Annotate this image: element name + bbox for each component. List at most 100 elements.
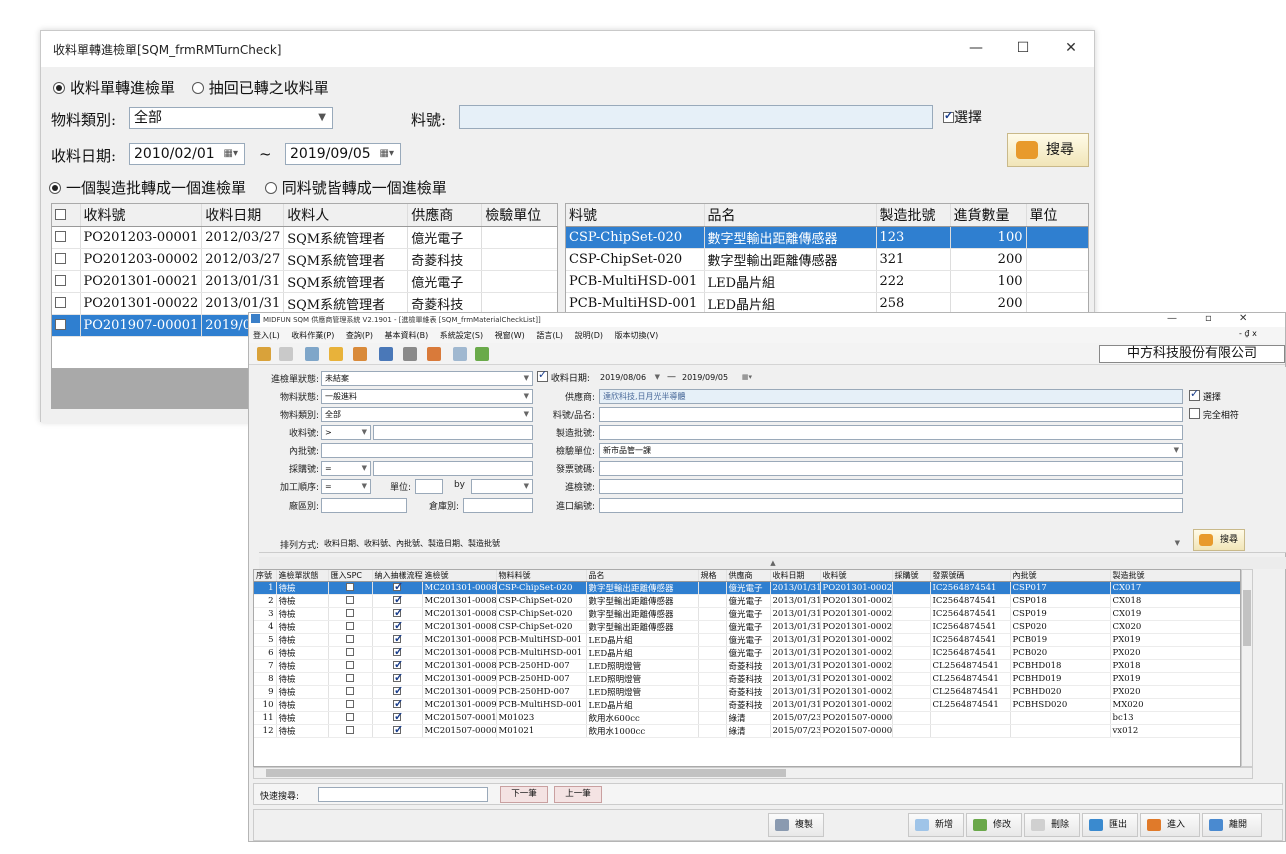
header-part-name[interactable]: 品名 bbox=[586, 570, 699, 582]
table-row[interactable]: 3待檢 MC201301-00083CSP-ChipSet-020數字型輸出距離傳… bbox=[254, 607, 1240, 621]
import-no-input[interactable] bbox=[599, 498, 1183, 513]
header-receive-no[interactable]: 收料號 bbox=[820, 570, 893, 582]
sampling-checkbox[interactable] bbox=[393, 647, 403, 658]
search-button[interactable]: 搜尋 bbox=[1193, 529, 1245, 551]
maximize-button[interactable]: ☐ bbox=[1003, 35, 1043, 61]
restore-button[interactable]: ▫ bbox=[1205, 313, 1212, 324]
spc-checkbox[interactable] bbox=[346, 700, 354, 708]
horizontal-scrollbar[interactable] bbox=[253, 767, 1253, 779]
date-to[interactable]: 2019/09/05 ▦▾ bbox=[679, 371, 755, 386]
header-part-no[interactable]: 料號 bbox=[566, 204, 705, 227]
header-mfg-batch[interactable]: 製造批號 bbox=[1110, 570, 1240, 582]
mdi-controls[interactable]: - ₫ x bbox=[1239, 329, 1257, 338]
document-icon[interactable] bbox=[279, 347, 293, 361]
folder-icon[interactable] bbox=[329, 347, 343, 361]
header-receiver[interactable]: 收料人 bbox=[283, 204, 409, 227]
header-receipt-date[interactable]: 收料日期 bbox=[201, 204, 285, 227]
export-button[interactable]: 匯出 bbox=[1082, 813, 1138, 837]
table-row[interactable]: PO201301-00021 2013/01/31 SQM系統管理者 億光電子 bbox=[52, 270, 557, 293]
spc-checkbox[interactable] bbox=[346, 622, 354, 630]
factory-input[interactable] bbox=[321, 498, 407, 513]
table-row[interactable]: 10待檢 MC201301-00094PCB-MultiHSD-001LED晶片組… bbox=[254, 698, 1240, 712]
header-select[interactable] bbox=[52, 204, 81, 227]
scrollbar-thumb[interactable] bbox=[266, 769, 786, 777]
sampling-checkbox[interactable] bbox=[393, 660, 403, 671]
table-row[interactable]: PCB-MultiHSD-001 LED晶片組 258 200 bbox=[566, 292, 1088, 315]
menu-receive[interactable]: 收料作業(P) bbox=[291, 331, 334, 340]
spc-checkbox[interactable] bbox=[346, 583, 354, 591]
header-purchase-no[interactable]: 採購號 bbox=[892, 570, 931, 582]
receive-no-input[interactable] bbox=[373, 425, 533, 440]
table-row[interactable]: PCB-MultiHSD-001 LED晶片組 222 100 bbox=[566, 270, 1088, 293]
header-seq[interactable]: 序號 bbox=[254, 570, 277, 582]
spc-checkbox[interactable] bbox=[346, 726, 354, 734]
battery-icon[interactable] bbox=[475, 347, 489, 361]
spc-checkbox[interactable] bbox=[346, 674, 354, 682]
add-button[interactable]: 新增 bbox=[908, 813, 964, 837]
search-button[interactable]: 搜尋 bbox=[1007, 133, 1089, 167]
table-row[interactable]: PO201203-00001 2012/03/27 SQM系統管理者 億光電子 bbox=[52, 226, 557, 249]
header-unit[interactable]: 單位 bbox=[1026, 204, 1088, 227]
spc-checkbox[interactable] bbox=[346, 609, 354, 617]
sampling-checkbox[interactable] bbox=[393, 582, 403, 593]
exit-button[interactable]: 離開 bbox=[1202, 813, 1262, 837]
radio-same-part[interactable]: 同料號皆轉成一個進檢單 bbox=[264, 179, 447, 197]
quick-search-input[interactable] bbox=[318, 787, 488, 802]
spc-checkbox[interactable] bbox=[346, 648, 354, 656]
table-row[interactable]: 2待檢 MC201301-00082CSP-ChipSet-020數字型輸出距離傳… bbox=[254, 594, 1240, 608]
table-row[interactable]: CSP-ChipSet-020 數字型輸出距離傳感器 321 200 bbox=[566, 248, 1088, 271]
supplier-input[interactable]: 達欣科技,日月光半導體 bbox=[599, 389, 1183, 404]
table-row[interactable]: 5待檢 MC201301-00087PCB-MultiHSD-001LED晶片組 億… bbox=[254, 633, 1240, 647]
enter-button[interactable]: 進入 bbox=[1140, 813, 1200, 837]
header-supplier[interactable]: 供應商 bbox=[726, 570, 771, 582]
header-supplier[interactable]: 供應商 bbox=[407, 204, 483, 227]
invoice-input[interactable] bbox=[599, 461, 1183, 476]
menu-query[interactable]: 查詢(P) bbox=[346, 331, 373, 340]
radio-one-batch[interactable]: 一個製造批轉成一個進檢單 bbox=[49, 179, 246, 197]
monitor-icon[interactable] bbox=[305, 347, 319, 361]
header-spc[interactable]: 匯入SPC bbox=[328, 570, 373, 582]
header-internal-batch[interactable]: 內批號 bbox=[1010, 570, 1111, 582]
date-from[interactable]: 2019/08/06 ▼ bbox=[597, 371, 663, 386]
table-row[interactable]: 9待檢 MC201301-00091PCB-250HD-007LED照明燈管 奇菱科… bbox=[254, 685, 1240, 699]
exact-match-checkbox[interactable]: 完全相符 bbox=[1189, 408, 1239, 421]
row-checkbox[interactable] bbox=[52, 270, 81, 293]
material-status-select[interactable]: 一般進料 ▼ bbox=[321, 389, 533, 404]
part-input[interactable] bbox=[459, 105, 933, 129]
table-row[interactable]: 12待檢 MC201507-00005M01021飲用水1000cc 綠清2015/… bbox=[254, 724, 1240, 738]
copy-button[interactable]: 複製 bbox=[768, 813, 824, 837]
sampling-checkbox[interactable] bbox=[393, 621, 403, 632]
sampling-checkbox[interactable] bbox=[393, 725, 403, 736]
menu-settings[interactable]: 系統設定(S) bbox=[440, 331, 483, 340]
warehouse-input[interactable] bbox=[463, 498, 533, 513]
sampling-checkbox[interactable] bbox=[393, 634, 403, 645]
sampling-checkbox[interactable] bbox=[393, 686, 403, 697]
header-sampling[interactable]: 納入抽樣流程 bbox=[372, 570, 423, 582]
header-spec[interactable]: 規格 bbox=[698, 570, 727, 582]
date-filter-checkbox[interactable]: 收料日期: bbox=[537, 368, 590, 384]
header-status[interactable]: 進檢單狀態 bbox=[276, 570, 329, 582]
date-to-picker[interactable]: 2019/09/05 ▦▾ bbox=[285, 143, 401, 165]
header-part-name[interactable]: 品名 bbox=[704, 204, 877, 227]
date-from-picker[interactable]: 2010/02/01 ▦▾ bbox=[129, 143, 245, 165]
part-input[interactable] bbox=[599, 407, 1183, 422]
menu-basic[interactable]: 基本資料(B) bbox=[385, 331, 429, 340]
spc-checkbox[interactable] bbox=[346, 635, 354, 643]
header-mfg-batch[interactable]: 製造批號 bbox=[876, 204, 951, 227]
menu-window[interactable]: 視窗(W) bbox=[495, 331, 525, 340]
radio-revoke[interactable]: 抽回已轉之收料單 bbox=[191, 79, 329, 97]
sampling-checkbox[interactable] bbox=[393, 608, 403, 619]
menu-help[interactable]: 說明(D) bbox=[575, 331, 603, 340]
header-inspect-unit[interactable]: 檢驗單位 bbox=[481, 204, 557, 227]
table-row[interactable]: PO201301-00022 2013/01/31 SQM系統管理者 奇菱科技 bbox=[52, 292, 557, 315]
menu-login[interactable]: 登入(L) bbox=[253, 331, 280, 340]
sampling-checkbox[interactable] bbox=[393, 673, 403, 684]
mfg-batch-input[interactable] bbox=[599, 425, 1183, 440]
menu-language[interactable]: 語言(L) bbox=[536, 331, 563, 340]
spc-checkbox[interactable] bbox=[346, 661, 354, 669]
close-button[interactable]: ✕ bbox=[1239, 313, 1247, 324]
table-row[interactable]: PO201203-00002 2012/03/27 SQM系統管理者 奇菱科技 bbox=[52, 248, 557, 271]
row-checkbox[interactable] bbox=[52, 314, 81, 337]
table-row-selected[interactable]: CSP-ChipSet-020 數字型輸出距離傳感器 123 100 bbox=[566, 226, 1088, 249]
spc-checkbox[interactable] bbox=[346, 687, 354, 695]
